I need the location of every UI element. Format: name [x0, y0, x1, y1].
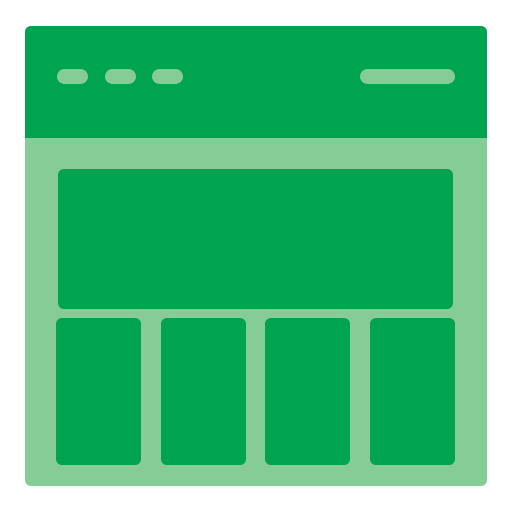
window-control-dot [57, 69, 88, 84]
window-titlebar [25, 26, 487, 138]
content-card [265, 318, 350, 465]
browser-window-layout-icon [25, 26, 487, 486]
icon-canvas [0, 0, 512, 512]
content-card [161, 318, 246, 465]
address-bar [360, 69, 455, 84]
window-control-dot [105, 69, 136, 84]
content-card [370, 318, 455, 465]
hero-block [58, 169, 453, 309]
window-control-dot [152, 69, 183, 84]
content-card [56, 318, 141, 465]
